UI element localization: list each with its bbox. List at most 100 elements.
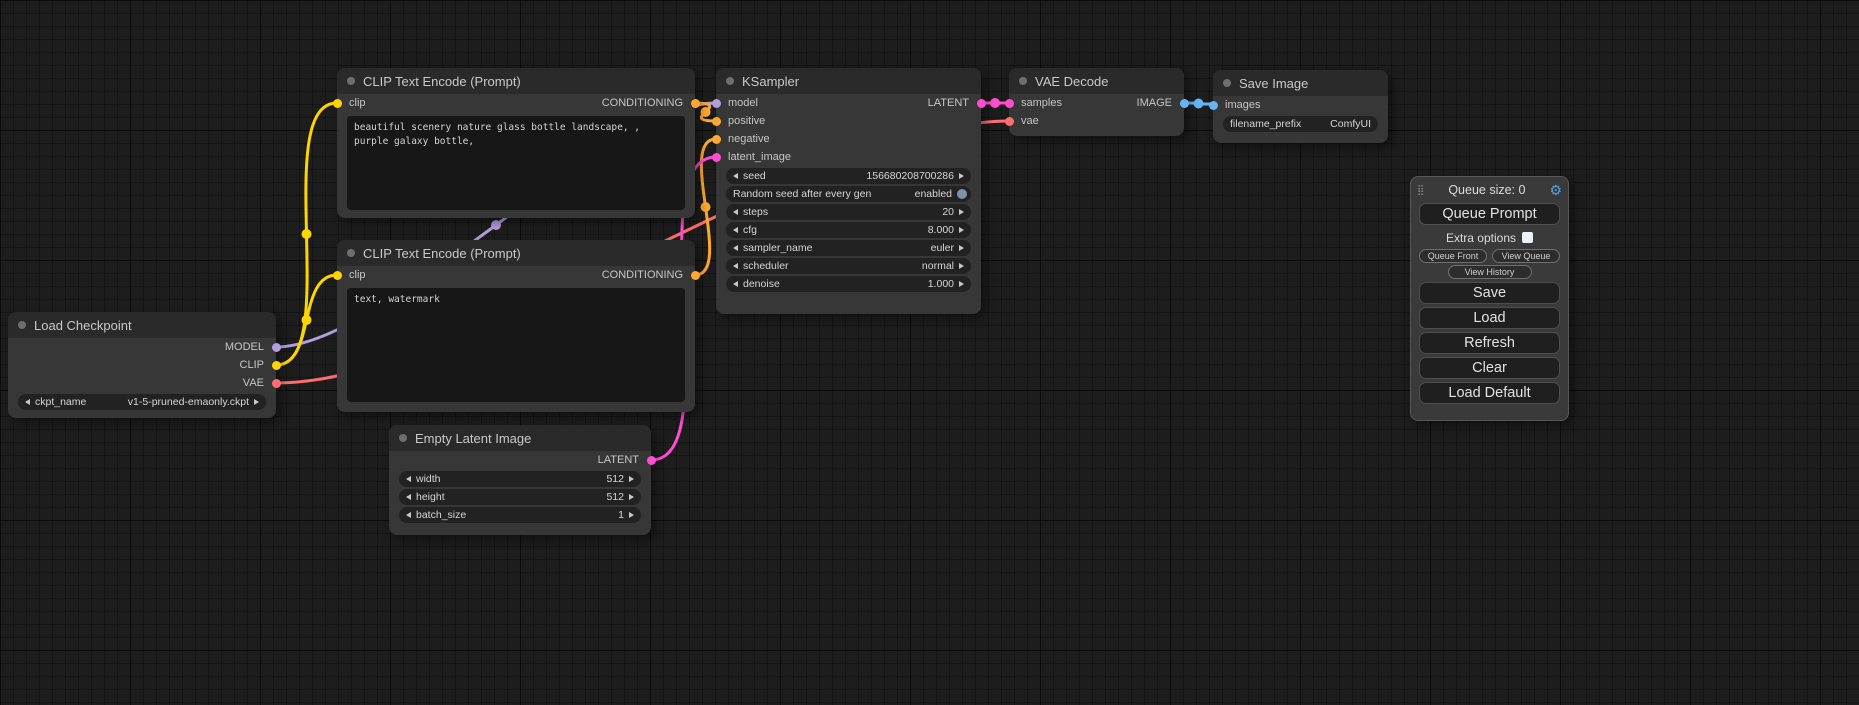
decrement-icon[interactable] <box>733 173 738 179</box>
node-title-bar[interactable]: Empty Latent Image <box>389 425 651 451</box>
drag-handle-icon[interactable]: ⣿ <box>1417 185 1424 196</box>
collapse-toggle-icon[interactable] <box>18 321 26 329</box>
collapse-toggle-icon[interactable] <box>347 249 355 257</box>
ckpt-name-widget[interactable]: ckpt_name v1-5-pruned-emaonly.ckpt <box>18 394 266 410</box>
graph-canvas[interactable]: Load Checkpoint MODEL CLIP VAE ckpt_name… <box>0 0 1859 705</box>
increment-icon[interactable] <box>629 476 634 482</box>
collapse-toggle-icon[interactable] <box>399 434 407 442</box>
extra-options-row: Extra options <box>1411 228 1568 247</box>
increment-icon[interactable] <box>959 209 964 215</box>
widget-name: denoise <box>743 278 780 290</box>
increment-icon[interactable] <box>959 173 964 179</box>
node-vae-decode[interactable]: VAE Decode samples IMAGE vae <box>1009 68 1184 136</box>
cfg-widget[interactable]: cfg 8.000 <box>726 222 971 238</box>
link-dot-conditioning-positive <box>701 107 711 117</box>
output-slot-model[interactable] <box>272 343 281 352</box>
output-slot-conditioning[interactable] <box>691 99 700 108</box>
clear-button[interactable]: Clear <box>1419 357 1560 379</box>
node-clip-text-encode-positive[interactable]: CLIP Text Encode (Prompt) clip CONDITION… <box>337 68 695 218</box>
next-option-icon[interactable] <box>254 399 259 405</box>
scheduler-widget[interactable]: scheduler normal <box>726 258 971 274</box>
input-slot-clip[interactable] <box>333 99 342 108</box>
increment-icon[interactable] <box>629 512 634 518</box>
settings-gear-icon[interactable]: ⚙ <box>1549 183 1562 197</box>
decrement-icon[interactable] <box>733 209 738 215</box>
node-title-bar[interactable]: Save Image <box>1213 70 1388 96</box>
collapse-toggle-icon[interactable] <box>1223 79 1231 87</box>
queue-front-button[interactable]: Queue Front <box>1419 249 1487 263</box>
seed-control-widget[interactable]: Random seed after every gen enabled <box>726 186 971 202</box>
input-slot-model[interactable] <box>712 99 721 108</box>
negative-prompt-textarea[interactable]: text, watermark <box>347 288 685 402</box>
save-button[interactable]: Save <box>1419 282 1560 304</box>
input-slot-vae[interactable] <box>1005 117 1014 126</box>
batch-size-widget[interactable]: batch_size 1 <box>399 507 641 523</box>
widget-name: scheduler <box>743 260 789 272</box>
output-label-latent: LATENT <box>598 454 639 466</box>
input-slot-clip[interactable] <box>333 271 342 280</box>
node-title-bar[interactable]: CLIP Text Encode (Prompt) <box>337 240 695 266</box>
node-title-bar[interactable]: Load Checkpoint <box>8 312 276 338</box>
node-title-bar[interactable]: CLIP Text Encode (Prompt) <box>337 68 695 94</box>
increment-icon[interactable] <box>959 281 964 287</box>
increment-icon[interactable] <box>629 494 634 500</box>
input-slot-images[interactable] <box>1209 101 1218 110</box>
link-dot-clip-positive <box>302 229 312 239</box>
refresh-button[interactable]: Refresh <box>1419 332 1560 354</box>
queue-panel[interactable]: ⣿ Queue size: 0 ⚙ Queue Prompt Extra opt… <box>1410 176 1569 421</box>
node-empty-latent-image[interactable]: Empty Latent Image LATENT width 512 heig… <box>389 425 651 535</box>
collapse-toggle-icon[interactable] <box>1019 77 1027 85</box>
output-slot-vae[interactable] <box>272 379 281 388</box>
node-ksampler[interactable]: KSampler model LATENT positive negative … <box>716 68 981 314</box>
filename-prefix-widget[interactable]: filename_prefix ComfyUI <box>1223 116 1378 132</box>
seed-widget[interactable]: seed 156680208700286 <box>726 168 971 184</box>
widget-value: enabled <box>915 188 952 200</box>
input-slot-positive[interactable] <box>712 117 721 126</box>
next-option-icon[interactable] <box>959 245 964 251</box>
steps-widget[interactable]: steps 20 <box>726 204 971 220</box>
decrement-icon[interactable] <box>406 476 411 482</box>
collapse-toggle-icon[interactable] <box>347 77 355 85</box>
prev-option-icon[interactable] <box>733 263 738 269</box>
queue-prompt-button[interactable]: Queue Prompt <box>1419 203 1560 225</box>
sampler-name-widget[interactable]: sampler_name euler <box>726 240 971 256</box>
increment-icon[interactable] <box>959 227 964 233</box>
input-slot-samples[interactable] <box>1005 99 1014 108</box>
decrement-icon[interactable] <box>733 281 738 287</box>
positive-prompt-textarea[interactable]: beautiful scenery nature glass bottle la… <box>347 116 685 210</box>
next-option-icon[interactable] <box>959 263 964 269</box>
prev-option-icon[interactable] <box>733 245 738 251</box>
load-button[interactable]: Load <box>1419 307 1560 329</box>
seed-control-toggle-icon[interactable] <box>957 189 967 199</box>
width-widget[interactable]: width 512 <box>399 471 641 487</box>
node-clip-text-encode-negative[interactable]: CLIP Text Encode (Prompt) clip CONDITION… <box>337 240 695 412</box>
denoise-widget[interactable]: denoise 1.000 <box>726 276 971 292</box>
output-slot-image[interactable] <box>1180 99 1189 108</box>
load-default-button[interactable]: Load Default <box>1419 382 1560 404</box>
input-label-vae: vae <box>1021 115 1039 127</box>
decrement-icon[interactable] <box>406 512 411 518</box>
view-history-button[interactable]: View History <box>1448 265 1532 279</box>
output-slot-conditioning[interactable] <box>691 271 700 280</box>
node-load-checkpoint[interactable]: Load Checkpoint MODEL CLIP VAE ckpt_name… <box>8 312 276 418</box>
node-title-bar[interactable]: KSampler <box>716 68 981 94</box>
queue-size-label: Queue size: 0 <box>1424 183 1549 197</box>
view-queue-button[interactable]: View Queue <box>1492 249 1560 263</box>
slot-row: images <box>1213 96 1388 114</box>
link-dot-model <box>491 220 501 230</box>
input-slot-latent-image[interactable] <box>712 153 721 162</box>
extra-options-checkbox[interactable] <box>1522 232 1533 243</box>
output-slot-latent[interactable] <box>647 456 656 465</box>
input-label-negative: negative <box>728 133 770 145</box>
output-slot-latent[interactable] <box>977 99 986 108</box>
node-title-bar[interactable]: VAE Decode <box>1009 68 1184 94</box>
height-widget[interactable]: height 512 <box>399 489 641 505</box>
decrement-icon[interactable] <box>733 227 738 233</box>
decrement-icon[interactable] <box>406 494 411 500</box>
collapse-toggle-icon[interactable] <box>726 77 734 85</box>
output-slot-clip[interactable] <box>272 361 281 370</box>
input-slot-negative[interactable] <box>712 135 721 144</box>
prev-option-icon[interactable] <box>25 399 30 405</box>
node-title: KSampler <box>742 74 799 89</box>
node-save-image[interactable]: Save Image images filename_prefix ComfyU… <box>1213 70 1388 143</box>
